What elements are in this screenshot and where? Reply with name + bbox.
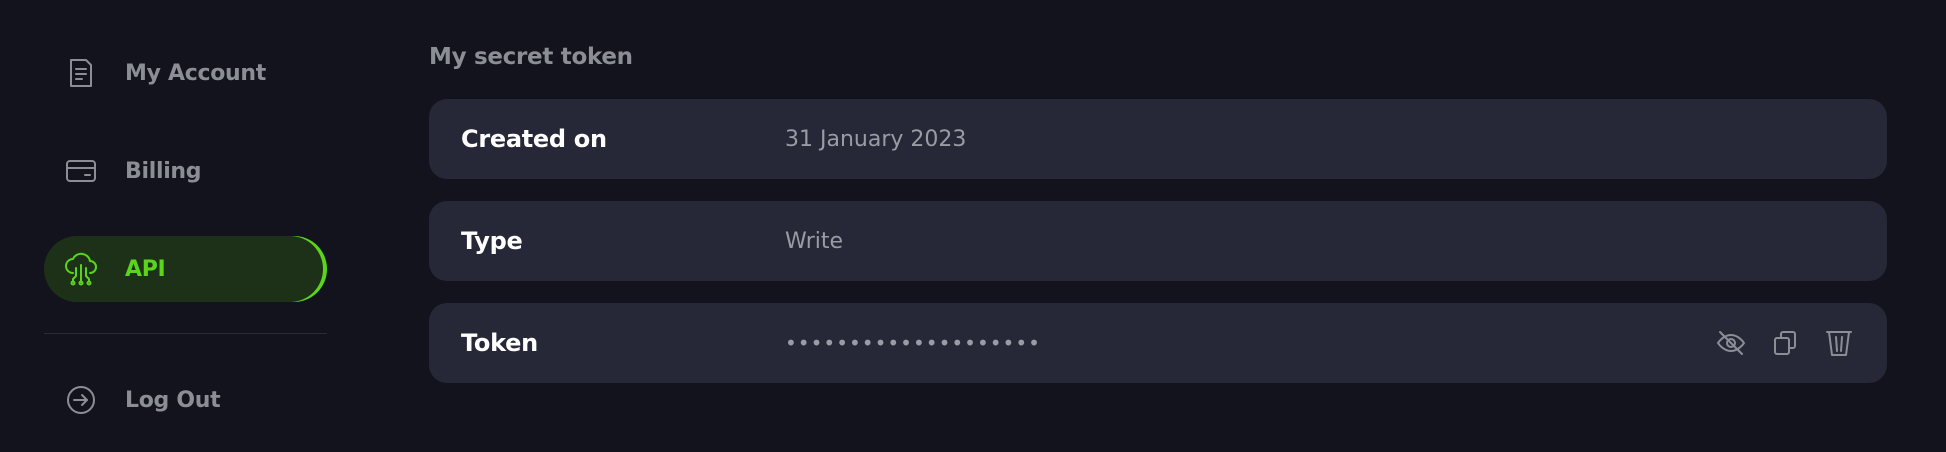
copy-icon bbox=[1774, 331, 1796, 355]
sidebar-item-api[interactable]: API bbox=[44, 236, 327, 302]
sidebar-item-label: Log Out bbox=[125, 387, 221, 413]
sidebar-item-label: Billing bbox=[125, 158, 202, 184]
document-icon bbox=[64, 56, 98, 90]
sidebar-item-log-out[interactable]: Log Out bbox=[44, 367, 327, 433]
copy-token-button[interactable] bbox=[1769, 327, 1801, 359]
eye-off-icon bbox=[1717, 331, 1745, 355]
sidebar-item-label: My Account bbox=[125, 60, 266, 86]
sidebar-item-label: API bbox=[125, 256, 166, 282]
sidebar-divider bbox=[44, 333, 327, 334]
section-title: My secret token bbox=[429, 44, 633, 70]
cloud-network-icon bbox=[64, 252, 98, 286]
row-key: Type bbox=[461, 227, 523, 255]
info-row-created-on: Created on 31 January 2023 bbox=[429, 99, 1887, 179]
logout-icon bbox=[64, 383, 98, 417]
info-row-token: Token •••••••••••••••••••• bbox=[429, 303, 1887, 383]
row-key: Created on bbox=[461, 125, 607, 153]
card-icon bbox=[64, 154, 98, 188]
row-value: Write bbox=[785, 228, 844, 254]
sidebar-item-billing[interactable]: Billing bbox=[44, 138, 327, 204]
token-actions bbox=[1715, 303, 1855, 383]
sidebar: My Account Billing API Log Out bbox=[44, 0, 327, 452]
token-masked-value: •••••••••••••••••••• bbox=[785, 331, 1041, 355]
info-row-type: Type Write bbox=[429, 201, 1887, 281]
delete-token-button[interactable] bbox=[1823, 327, 1855, 359]
row-value: 31 January 2023 bbox=[785, 126, 967, 152]
hide-token-button[interactable] bbox=[1715, 327, 1747, 359]
sidebar-item-my-account[interactable]: My Account bbox=[44, 40, 327, 106]
trash-icon bbox=[1826, 331, 1852, 356]
row-key: Token bbox=[461, 329, 538, 357]
